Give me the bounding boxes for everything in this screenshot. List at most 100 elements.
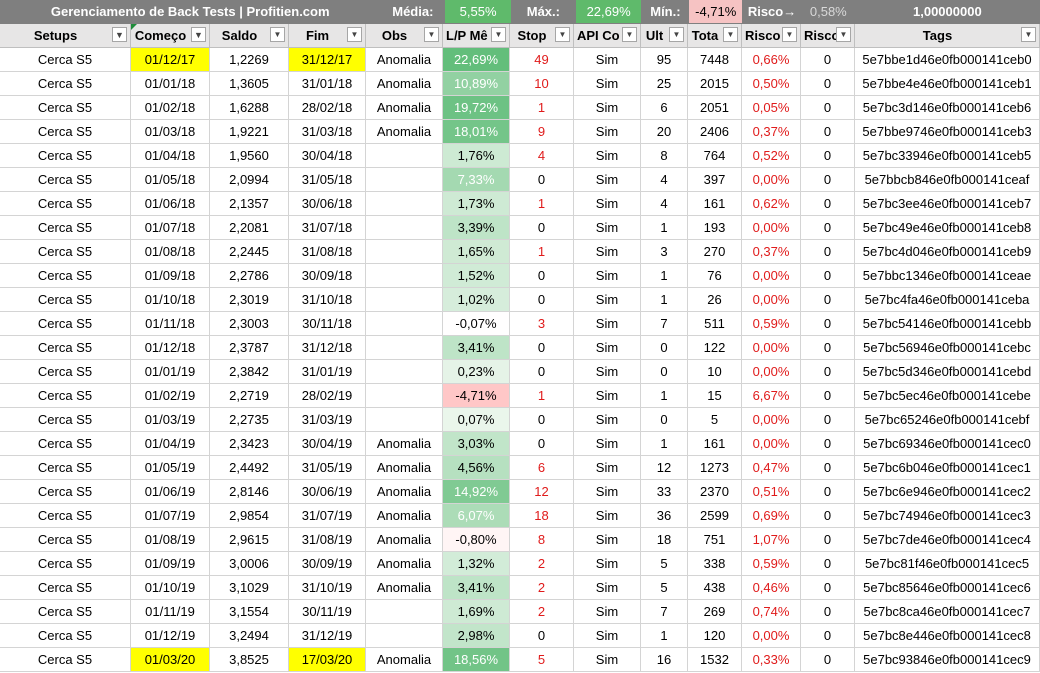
setup-cell[interactable]: Cerca S5	[0, 144, 131, 168]
filter-dropdown-icon[interactable]: ▼	[723, 27, 738, 42]
stop-cell[interactable]: 0	[510, 432, 574, 456]
ult-cell[interactable]: 12	[641, 456, 688, 480]
tag-cell[interactable]: 5e7bbe9746e0fb000141ceb3	[855, 120, 1040, 144]
obs-cell[interactable]	[366, 240, 443, 264]
start-date-cell[interactable]: 01/11/18	[131, 312, 210, 336]
obs-cell[interactable]	[366, 360, 443, 384]
filter-dropdown-icon[interactable]: ▼	[669, 27, 684, 42]
api-cell[interactable]: Sim	[574, 480, 641, 504]
end-date-cell[interactable]: 30/09/19	[289, 552, 366, 576]
end-date-cell[interactable]: 31/05/18	[289, 168, 366, 192]
balance-cell[interactable]: 1,3605	[210, 72, 289, 96]
risk2-cell[interactable]: 0	[801, 72, 855, 96]
end-date-cell[interactable]: 30/11/19	[289, 600, 366, 624]
balance-cell[interactable]: 3,1554	[210, 600, 289, 624]
start-date-cell[interactable]: 01/12/18	[131, 336, 210, 360]
lp-cell[interactable]: 18,01%	[443, 120, 510, 144]
min-value[interactable]: -4,71%	[689, 0, 744, 24]
stop-cell[interactable]: 2	[510, 576, 574, 600]
start-date-cell[interactable]: 01/09/19	[131, 552, 210, 576]
risk2-cell[interactable]: 0	[801, 480, 855, 504]
api-cell[interactable]: Sim	[574, 384, 641, 408]
ult-cell[interactable]: 7	[641, 312, 688, 336]
setup-cell[interactable]: Cerca S5	[0, 48, 131, 72]
setup-cell[interactable]: Cerca S5	[0, 552, 131, 576]
ult-cell[interactable]: 0	[641, 360, 688, 384]
api-cell[interactable]: Sim	[574, 624, 641, 648]
lp-cell[interactable]: -0,07%	[443, 312, 510, 336]
stop-cell[interactable]: 0	[510, 360, 574, 384]
end-date-cell[interactable]: 31/01/18	[289, 72, 366, 96]
api-cell[interactable]: Sim	[574, 144, 641, 168]
setup-cell[interactable]: Cerca S5	[0, 384, 131, 408]
lp-cell[interactable]: 1,32%	[443, 552, 510, 576]
stop-cell[interactable]: 18	[510, 504, 574, 528]
api-cell[interactable]: Sim	[574, 552, 641, 576]
tag-cell[interactable]: 5e7bc56946e0fb000141cebc	[855, 336, 1040, 360]
total-cell[interactable]: 338	[688, 552, 742, 576]
setup-cell[interactable]: Cerca S5	[0, 624, 131, 648]
balance-cell[interactable]: 2,2786	[210, 264, 289, 288]
risk2-cell[interactable]: 0	[801, 432, 855, 456]
end-date-cell[interactable]: 31/07/18	[289, 216, 366, 240]
setup-cell[interactable]: Cerca S5	[0, 264, 131, 288]
setup-cell[interactable]: Cerca S5	[0, 240, 131, 264]
balance-cell[interactable]: 3,8525	[210, 648, 289, 672]
tag-cell[interactable]: 5e7bc4fa46e0fb000141ceba	[855, 288, 1040, 312]
start-date-cell[interactable]: 01/01/19	[131, 360, 210, 384]
column-header-obs[interactable]: Obs ▼	[366, 24, 443, 48]
risk2-cell[interactable]: 0	[801, 624, 855, 648]
start-date-cell[interactable]: 01/10/18	[131, 288, 210, 312]
end-date-cell[interactable]: 28/02/18	[289, 96, 366, 120]
setup-cell[interactable]: Cerca S5	[0, 336, 131, 360]
lp-cell[interactable]: 3,39%	[443, 216, 510, 240]
balance-cell[interactable]: 2,2719	[210, 384, 289, 408]
end-date-cell[interactable]: 31/12/18	[289, 336, 366, 360]
api-cell[interactable]: Sim	[574, 528, 641, 552]
api-cell[interactable]: Sim	[574, 432, 641, 456]
end-date-cell[interactable]: 31/01/19	[289, 360, 366, 384]
lp-cell[interactable]: 10,89%	[443, 72, 510, 96]
start-date-cell[interactable]: 01/03/18	[131, 120, 210, 144]
risk-cell[interactable]: 0,69%	[742, 504, 801, 528]
stop-cell[interactable]: 12	[510, 480, 574, 504]
risk2-cell[interactable]: 0	[801, 264, 855, 288]
balance-cell[interactable]: 3,0006	[210, 552, 289, 576]
filter-dropdown-icon[interactable]: ▼	[270, 27, 285, 42]
filter-dropdown-icon[interactable]: ▼	[782, 27, 797, 42]
tag-cell[interactable]: 5e7bc74946e0fb000141cec3	[855, 504, 1040, 528]
start-date-cell[interactable]: 01/11/19	[131, 600, 210, 624]
risk2-cell[interactable]: 0	[801, 408, 855, 432]
balance-cell[interactable]: 2,9615	[210, 528, 289, 552]
total-value[interactable]: 1,00000000	[855, 0, 1040, 24]
tag-cell[interactable]: 5e7bc81f46e0fb000141cec5	[855, 552, 1040, 576]
stop-cell[interactable]: 0	[510, 336, 574, 360]
stop-cell[interactable]: 2	[510, 600, 574, 624]
api-cell[interactable]: Sim	[574, 240, 641, 264]
balance-cell[interactable]: 1,9221	[210, 120, 289, 144]
min-label[interactable]: Mín.:	[642, 0, 690, 24]
balance-cell[interactable]: 3,1029	[210, 576, 289, 600]
tag-cell[interactable]: 5e7bbe1d46e0fb000141ceb0	[855, 48, 1040, 72]
risk-cell[interactable]: 0,00%	[742, 336, 801, 360]
start-date-cell[interactable]: 01/07/19	[131, 504, 210, 528]
stop-cell[interactable]: 4	[510, 144, 574, 168]
risk-cell[interactable]: 0,00%	[742, 432, 801, 456]
ult-cell[interactable]: 8	[641, 144, 688, 168]
obs-cell[interactable]: Anomalia	[366, 96, 443, 120]
ult-cell[interactable]: 1	[641, 216, 688, 240]
start-date-cell[interactable]: 01/12/19	[131, 624, 210, 648]
start-date-cell[interactable]: 01/04/19	[131, 432, 210, 456]
risk-cell[interactable]: 0,37%	[742, 240, 801, 264]
setup-cell[interactable]: Cerca S5	[0, 168, 131, 192]
total-cell[interactable]: 269	[688, 600, 742, 624]
api-cell[interactable]: Sim	[574, 336, 641, 360]
tag-cell[interactable]: 5e7bc5ec46e0fb000141cebe	[855, 384, 1040, 408]
api-cell[interactable]: Sim	[574, 456, 641, 480]
ult-cell[interactable]: 18	[641, 528, 688, 552]
column-header-ult[interactable]: Ult ▼	[641, 24, 688, 48]
ult-cell[interactable]: 1	[641, 432, 688, 456]
risk-cell[interactable]: 0,59%	[742, 312, 801, 336]
risk-cell[interactable]: 0,00%	[742, 288, 801, 312]
tag-cell[interactable]: 5e7bc65246e0fb000141cebf	[855, 408, 1040, 432]
